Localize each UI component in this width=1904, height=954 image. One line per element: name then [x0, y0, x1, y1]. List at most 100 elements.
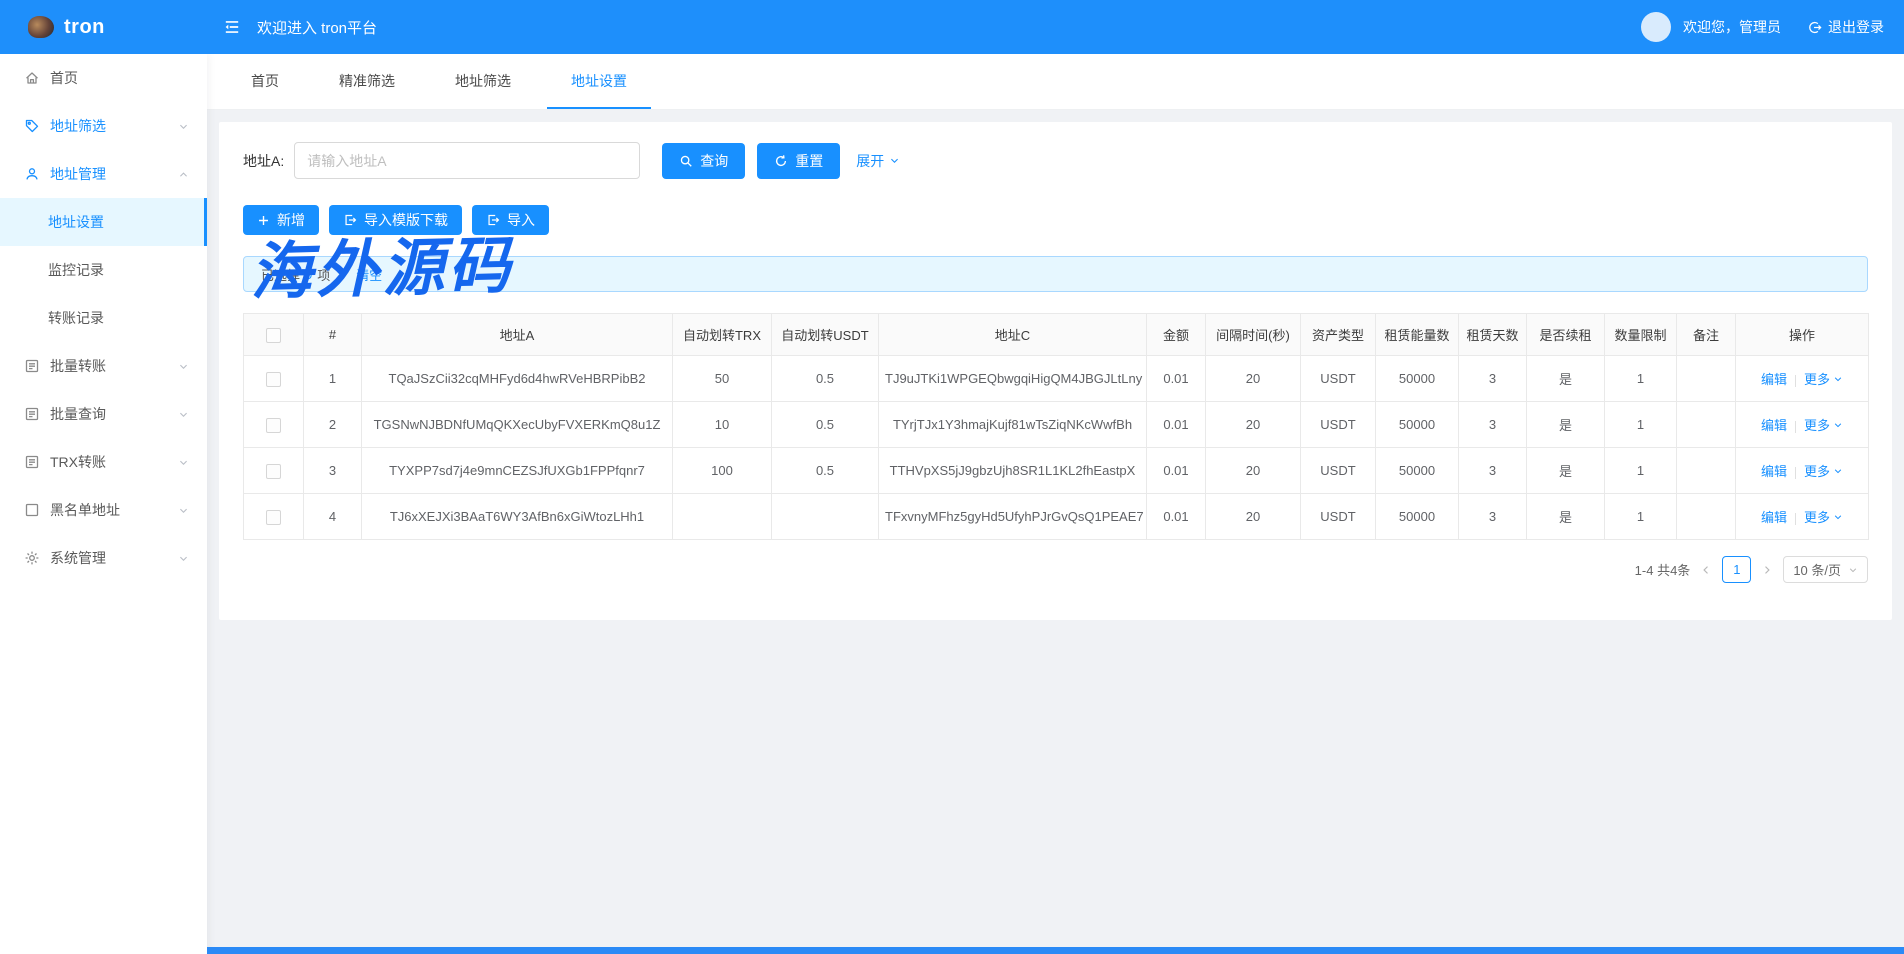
selection-prefix: 已选择: [261, 265, 300, 284]
tab-home[interactable]: 首页: [227, 54, 303, 109]
chevron-down-icon: [178, 505, 189, 516]
col-rent-days: 租赁天数: [1459, 314, 1527, 356]
sidebar-item-address-filter[interactable]: 地址筛选: [0, 102, 207, 150]
col-actions: 操作: [1736, 314, 1869, 356]
form-icon: [24, 406, 40, 422]
chevron-down-icon: [178, 457, 189, 468]
row-checkbox[interactable]: [266, 372, 281, 387]
more-link[interactable]: 更多: [1804, 507, 1843, 526]
row-checkbox[interactable]: [266, 510, 281, 525]
chevron-down-icon: [1833, 512, 1843, 522]
sidebar-subitem-address-settings[interactable]: 地址设置: [0, 198, 207, 246]
reset-button[interactable]: 重置: [757, 143, 840, 179]
chevron-up-icon: [178, 169, 189, 180]
edit-link[interactable]: 编辑: [1761, 510, 1787, 525]
sidebar-item-label: 地址管理: [50, 164, 106, 184]
address-a-input[interactable]: [294, 142, 640, 179]
address-a-label: 地址A:: [243, 151, 284, 171]
page-size-value: 10 条/页: [1793, 560, 1841, 579]
logout-button[interactable]: 退出登录: [1807, 17, 1884, 37]
template-download-label: 导入模版下载: [364, 210, 448, 230]
col-renew: 是否续租: [1527, 314, 1605, 356]
edit-link[interactable]: 编辑: [1761, 464, 1787, 479]
tab-address-settings[interactable]: 地址设置: [547, 54, 651, 109]
add-button-label: 新增: [277, 210, 305, 230]
more-link[interactable]: 更多: [1804, 415, 1843, 434]
page-size-select[interactable]: 10 条/页: [1783, 556, 1868, 583]
sidebar-item-label: 批量转账: [50, 356, 106, 376]
table-row: 2 TGSNwNJBDNfUMqQKXecUbyFVXERKmQ8u1Z 10 …: [244, 402, 1869, 448]
plus-icon: [257, 214, 270, 227]
chevron-down-icon: [178, 361, 189, 372]
gear-icon: [24, 550, 40, 566]
menu-fold-icon[interactable]: [223, 18, 241, 36]
next-page-icon[interactable]: [1761, 564, 1773, 576]
sidebar-subitem-monitor-records[interactable]: 监控记录: [0, 246, 207, 294]
cell-address-a: TYXPP7sd7j4e9mnCEZSJfUXGb1FPPfqnr7: [362, 448, 673, 494]
more-link[interactable]: 更多: [1804, 369, 1843, 388]
app-root: tron 欢迎进入 tron平台 欢迎您，管理员 退出登录 首页 地址筛选: [0, 0, 1904, 954]
selection-alert: 已选择 0 项 清空: [243, 256, 1868, 292]
sidebar-subitem-transfer-records[interactable]: 转账记录: [0, 294, 207, 342]
add-button[interactable]: 新增: [243, 205, 319, 235]
logo-icon: [28, 16, 54, 38]
row-checkbox[interactable]: [266, 464, 281, 479]
sidebar-item-batch-query[interactable]: 批量查询: [0, 390, 207, 438]
prev-page-icon[interactable]: [1700, 564, 1712, 576]
chevron-down-icon: [1833, 420, 1843, 430]
sidebar-subitem-label: 转账记录: [48, 308, 104, 328]
expand-link[interactable]: 展开: [856, 151, 900, 171]
sidebar-item-label: 首页: [50, 68, 78, 88]
cell-address-c: TYrjTJx1Y3hmajKujf81wTsZiqNKcWwfBh: [879, 402, 1147, 448]
content-card: 地址A: 查询 重置 展开: [219, 122, 1892, 620]
col-auto-usdt: 自动划转USDT: [772, 314, 879, 356]
sidebar-item-home[interactable]: 首页: [0, 54, 207, 102]
row-checkbox[interactable]: [266, 418, 281, 433]
table-row: 4 TJ6xXEJXi3BAaT6WY3AfBn6xGiWtozLHh1 TFx…: [244, 494, 1869, 540]
tab-address-filter[interactable]: 地址筛选: [431, 54, 535, 109]
sidebar-item-label: 批量查询: [50, 404, 106, 424]
expand-label: 展开: [856, 151, 884, 171]
reset-button-label: 重置: [795, 151, 823, 171]
table-row: 1 TQaJSzCii32cqMHFyd6d4hwRVeHBRPibB2 50 …: [244, 356, 1869, 402]
avatar: [1641, 12, 1671, 42]
more-link[interactable]: 更多: [1804, 461, 1843, 480]
reset-icon: [774, 154, 788, 168]
user-greeting: 欢迎您，管理员: [1683, 17, 1781, 37]
sidebar-subitem-label: 监控记录: [48, 260, 104, 280]
cell-address-a: TJ6xXEJXi3BAaT6WY3AfBn6xGiWtozLHh1: [362, 494, 673, 540]
col-interval: 间隔时间(秒): [1206, 314, 1301, 356]
search-button[interactable]: 查询: [662, 143, 745, 179]
form-icon: [24, 454, 40, 470]
sidebar-item-address-manage[interactable]: 地址管理: [0, 150, 207, 198]
sidebar-item-system-manage[interactable]: 系统管理: [0, 534, 207, 582]
filter-row: 地址A: 查询 重置 展开: [243, 142, 1868, 179]
template-download-button[interactable]: 导入模版下载: [329, 205, 462, 235]
logout-label: 退出登录: [1828, 17, 1884, 37]
sidebar-item-label: 黑名单地址: [50, 500, 120, 520]
pagination-total: 1-4 共4条: [1635, 560, 1691, 579]
selection-suffix: 项: [317, 265, 330, 284]
content: 地址A: 查询 重置 展开: [207, 110, 1904, 954]
logout-icon: [1807, 20, 1822, 35]
main-area: 首页 精准筛选 地址筛选 地址设置 地址A: 查询: [207, 54, 1904, 954]
toolbar: 新增 导入模版下载 导入: [243, 205, 1868, 235]
cell-address-a: TGSNwNJBDNfUMqQKXecUbyFVXERKmQ8u1Z: [362, 402, 673, 448]
edit-link[interactable]: 编辑: [1761, 372, 1787, 387]
select-chevron-icon: [1848, 565, 1858, 575]
search-icon: [679, 154, 693, 168]
page-number-button[interactable]: 1: [1722, 556, 1751, 583]
import-button[interactable]: 导入: [472, 205, 549, 235]
sidebar-item-blacklist[interactable]: 黑名单地址: [0, 486, 207, 534]
tab-precise-filter[interactable]: 精准筛选: [315, 54, 419, 109]
select-all-checkbox[interactable]: [266, 328, 281, 343]
cell-address-c: TJ9uJTKi1WPGEQbwgqiHigQM4JBGJLtLny: [879, 356, 1147, 402]
sidebar: 首页 地址筛选 地址管理 地址设置 监控记录 转账: [0, 54, 207, 954]
sidebar-item-trx-transfer[interactable]: TRX转账: [0, 438, 207, 486]
sidebar-item-batch-transfer[interactable]: 批量转账: [0, 342, 207, 390]
edit-link[interactable]: 编辑: [1761, 418, 1787, 433]
col-amount: 金额: [1147, 314, 1206, 356]
chevron-down-icon: [889, 155, 900, 166]
clear-selection-link[interactable]: 清空: [356, 265, 382, 284]
bottom-accent-bar: [207, 947, 1904, 954]
